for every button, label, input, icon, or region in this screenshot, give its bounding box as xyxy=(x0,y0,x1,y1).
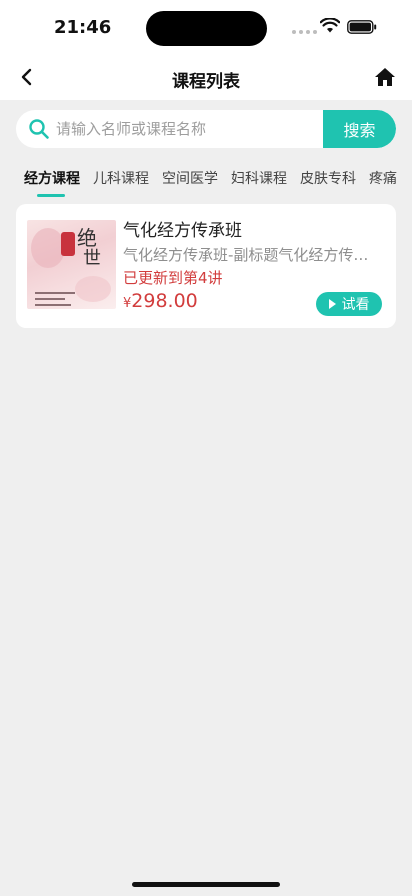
course-update-status: 已更新到第4讲 xyxy=(123,269,223,287)
tab-gynecology[interactable]: 妇科课程 xyxy=(231,168,287,188)
navigation-bar: 课程列表 xyxy=(0,56,412,100)
price-amount: 298.00 xyxy=(131,290,198,312)
search-icon xyxy=(29,119,49,139)
play-icon xyxy=(328,299,336,309)
course-subtitle: 气化经方传承班-副标题气化经方传承班 xyxy=(123,246,373,264)
course-price: ¥298.00 xyxy=(123,290,198,312)
tab-pain[interactable]: 疼痛 xyxy=(369,168,397,188)
tab-dermatology[interactable]: 皮肤专科 xyxy=(300,168,356,188)
home-icon[interactable] xyxy=(374,66,396,88)
trial-watch-button[interactable]: 试看 xyxy=(316,292,382,316)
search-bar: 搜索 xyxy=(16,110,396,148)
course-card[interactable]: 绝 世 气化经方传承班 气化经方传承班-副标题气化经方传承班 已更新到第4讲 ¥… xyxy=(16,204,396,328)
search-input[interactable] xyxy=(56,110,322,148)
dynamic-island xyxy=(146,11,267,46)
status-bar: 21:46 xyxy=(0,0,412,56)
tab-space-medicine[interactable]: 空间医学 xyxy=(162,168,218,188)
active-tab-indicator xyxy=(37,194,65,197)
course-cover-image: 绝 世 xyxy=(27,220,116,309)
cellular-signal-icon xyxy=(292,30,317,34)
tab-jingfang[interactable]: 经方课程 xyxy=(24,168,80,188)
battery-icon xyxy=(347,20,377,34)
category-tabs: 经方课程 儿科课程 空间医学 妇科课程 皮肤专科 疼痛 xyxy=(0,160,412,200)
status-time: 21:46 xyxy=(54,17,112,38)
search-button[interactable]: 搜索 xyxy=(323,110,396,148)
course-title: 气化经方传承班 xyxy=(123,221,242,241)
tab-pediatrics[interactable]: 儿科课程 xyxy=(93,168,149,188)
page-title: 课程列表 xyxy=(172,72,240,92)
trial-label: 试看 xyxy=(341,297,370,313)
home-indicator xyxy=(132,882,280,887)
wifi-icon xyxy=(320,18,340,33)
